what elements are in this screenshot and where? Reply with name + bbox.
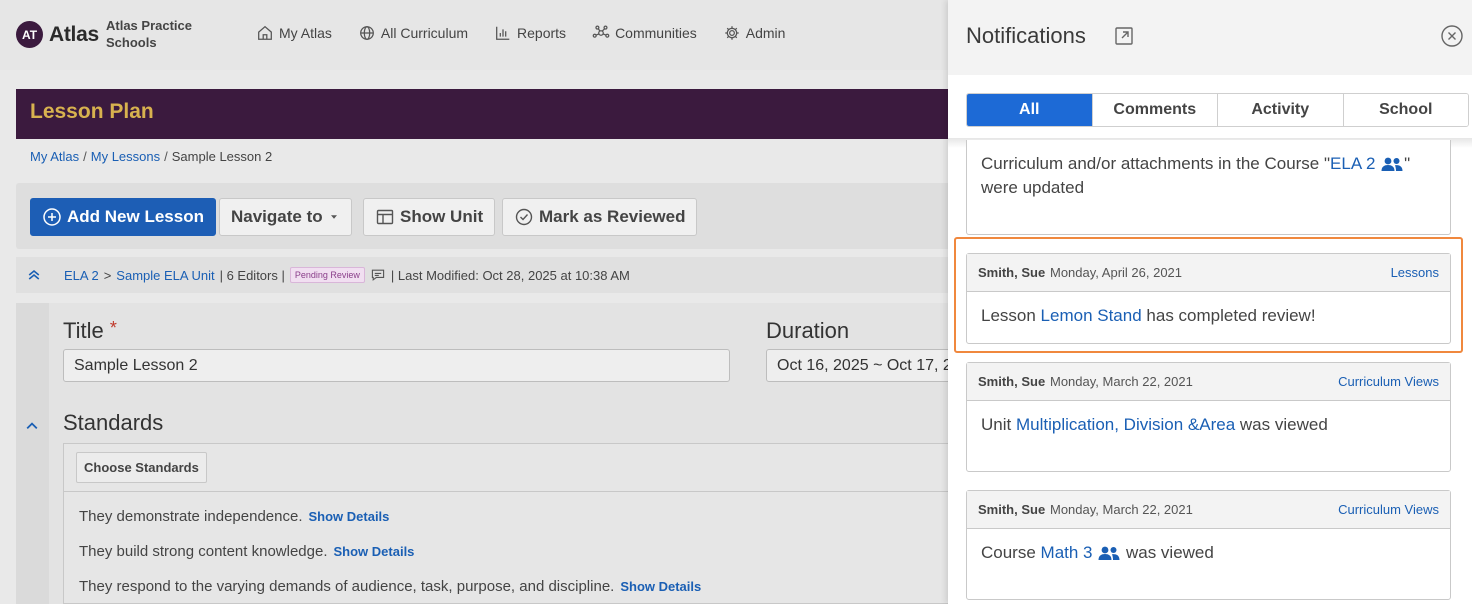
people-icon [1098,546,1120,560]
last-modified: | Last Modified: Oct 28, 2025 at 10:38 A… [390,267,630,283]
lesson-toolbar: Add New Lesson Navigate to Show Unit Mar… [16,183,976,249]
notification-message: Course Math 3 was viewed [981,543,1214,562]
standard-item: They build strong content knowledge. Show… [79,543,414,560]
logo-wordmark: Atlas [49,22,99,46]
breadcrumb-arrow: > [103,267,112,283]
breadcrumb: My Atlas / My Lessons / Sample Lesson 2 [30,149,272,164]
standards-header: Choose Standards [64,444,975,492]
notification-card[interactable]: Smith, Sue Monday, March 22, 2021 Curric… [966,362,1451,472]
duration-input[interactable]: Oct 16, 2025 ~ Oct 17, 2025 [766,349,976,382]
nav-label: Admin [745,25,786,41]
main-nav: My Atlas All Curriculum Reports Communit… [256,24,785,42]
show-unit-button[interactable]: Show Unit [363,198,496,236]
show-details-link[interactable]: Show Details [334,544,415,559]
button-label: Mark as Reviewed [539,207,686,226]
tab-all[interactable]: All [967,94,1093,126]
people-icon [1381,157,1403,171]
home-icon [258,25,272,40]
button-label: Add New Lesson [67,207,204,226]
caret-down-icon [330,215,337,219]
page-banner: Lesson Plan [16,89,976,139]
highlight-outline [954,237,1463,353]
comment-icon[interactable] [370,267,386,283]
notifications-header: Notifications [948,0,1472,75]
notification-message: Curriculum and/or attachments in the Cou… [981,154,1411,197]
chevron-up-icon[interactable] [24,418,40,434]
status-badge: Pending Review [289,267,365,283]
school-name: Atlas Practice Schools [106,18,192,50]
unit-link[interactable]: Sample ELA Unit [116,268,214,283]
title-input[interactable]: Sample Lesson 2 [63,349,730,382]
tab-school[interactable]: School [1343,94,1468,126]
notification-author: Smith, Sue [978,502,1046,517]
standard-item: They respond to the varying demands of a… [79,578,701,595]
nav-admin[interactable]: Admin [723,24,786,42]
gear-icon [725,26,739,40]
breadcrumb-separator: / [83,149,87,164]
duration-label: Duration [766,318,850,343]
button-label: Show Unit [400,207,484,226]
standards-section: Choose Standards They demonstrate indepe… [63,443,976,604]
check-badge-icon [515,208,533,226]
notification-tabs: All Comments Activity School [966,93,1469,127]
breadcrumb-my-lessons[interactable]: My Lessons [91,149,160,164]
close-icon[interactable] [1440,24,1464,48]
tab-comments[interactable]: Comments [1092,94,1218,126]
breadcrumb-separator: / [164,149,168,164]
tab-activity[interactable]: Activity [1218,94,1344,126]
nav-label: My Atlas [279,25,332,41]
bar-chart-icon [496,26,510,40]
required-mark: * [109,318,117,338]
notification-date: Monday, March 22, 2021 [1050,502,1193,517]
show-details-link[interactable]: Show Details [308,509,389,524]
layout-icon [376,209,394,225]
notification-category-link[interactable]: Curriculum Views [1338,374,1439,389]
breadcrumb-current: Sample Lesson 2 [171,149,273,164]
nav-label: Communities [615,25,697,41]
add-new-lesson-button[interactable]: Add New Lesson [30,198,216,236]
plus-circle-icon [43,208,61,226]
course-link[interactable]: ELA 2 [64,268,99,283]
notification-category-link[interactable]: Curriculum Views [1338,502,1439,517]
breadcrumb-my-atlas[interactable]: My Atlas [30,149,79,164]
nav-my-atlas[interactable]: My Atlas [256,24,332,42]
button-label: Navigate to [231,207,323,226]
standards-label: Standards [63,410,164,435]
editors-count: | 6 Editors | [219,267,285,283]
nav-label: All Curriculum [380,25,469,41]
standard-text: They build strong content knowledge. [79,543,328,560]
notification-link[interactable]: ELA 2 [1330,154,1375,173]
standard-item: They demonstrate independence. Show Detai… [79,508,389,525]
notification-message: Unit Multiplication, Division &Area was … [981,415,1328,434]
network-icon [592,25,610,38]
lesson-info-bar: ELA 2 > Sample ELA Unit | 6 Editors | Pe… [16,257,976,293]
globe-icon [359,26,374,40]
notification-link[interactable]: Multiplication, Division &Area [1016,415,1235,434]
standard-text: They demonstrate independence. [79,508,303,525]
notification-link[interactable]: Math 3 [1041,543,1093,562]
notification-card[interactable]: Smith, Sue Monday, March 22, 2021 Curric… [966,490,1451,600]
title-label: Title * [63,318,117,343]
notification-card: Curriculum and/or attachments in the Cou… [966,140,1451,235]
navigate-to-dropdown[interactable]: Navigate to [219,198,352,236]
choose-standards-button[interactable]: Choose Standards [76,452,207,483]
collapse-up-icon[interactable] [26,267,42,283]
nav-communities[interactable]: Communities [592,24,697,42]
popout-icon[interactable] [1114,26,1134,46]
notification-header: Smith, Sue Monday, March 22, 2021 Curric… [967,491,1450,529]
notifications-title: Notifications [966,23,1086,48]
standard-text: They respond to the varying demands of a… [79,578,615,595]
nav-all-curriculum[interactable]: All Curriculum [358,24,468,42]
form-gutter [16,303,49,604]
mark-as-reviewed-button[interactable]: Mark as Reviewed [502,198,698,236]
nav-label: Reports [517,25,567,41]
notification-date: Monday, March 22, 2021 [1050,374,1193,389]
notification-header: Smith, Sue Monday, March 22, 2021 Curric… [967,363,1450,401]
page-title: Lesson Plan [30,100,154,123]
show-details-link[interactable]: Show Details [620,579,701,594]
atlas-logo[interactable]: AT Atlas [16,21,99,48]
nav-reports[interactable]: Reports [494,24,566,42]
logo-badge: AT [16,21,43,48]
notification-author: Smith, Sue [978,374,1046,389]
